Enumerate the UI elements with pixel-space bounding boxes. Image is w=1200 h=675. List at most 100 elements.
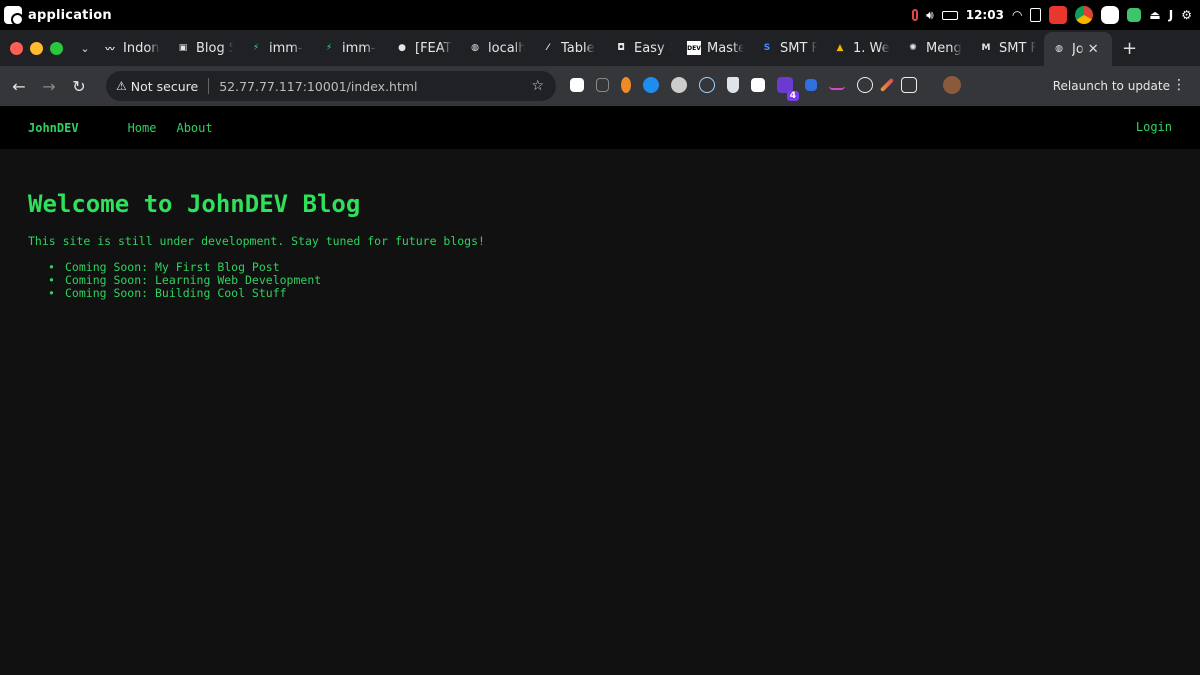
bolt-icon: ⚡ [252, 43, 260, 53]
page-content: JohnDEV Home About Login Welcome to John… [0, 106, 1200, 675]
tab-label: Blog S [196, 40, 233, 56]
site-navbar: JohnDEV Home About Login [0, 106, 1200, 149]
omnibox-divider [208, 78, 210, 94]
medium-extension-icon[interactable] [570, 78, 584, 92]
tab-2[interactable]: ⚡ imm- [241, 34, 314, 62]
extension-count-badge: 4 [786, 91, 799, 101]
post-list: Coming Soon: My First Blog Post Coming S… [46, 261, 321, 300]
badge-extension-icon[interactable]: 4 [777, 77, 799, 101]
maximize-window-button[interactable] [50, 41, 63, 55]
extensions-bar: 4 [570, 76, 961, 101]
j-app-icon[interactable]: J [1169, 8, 1173, 22]
tab-9[interactable]: S SMT F [752, 34, 825, 62]
extensions-puzzle-icon[interactable] [901, 77, 917, 93]
tab-label: localh [488, 40, 525, 56]
forward-arrow-icon[interactable]: → [34, 77, 64, 96]
tab-label: Easy F [634, 40, 671, 56]
window-controls [10, 41, 63, 55]
discord-icon[interactable] [1101, 6, 1120, 24]
tab-12[interactable]: M SMT F [971, 34, 1044, 62]
volume-icon[interactable]: 🔊︎ [926, 8, 934, 23]
tab-strip: ⌄ 〰 Indon ▣ Blog S ⚡ imm- ⚡ imm- ● [FEAT ◍ localh ⁄ T… [0, 30, 1200, 66]
login-link[interactable]: Login [1136, 120, 1172, 134]
tab-1[interactable]: ▣ Blog S [168, 34, 241, 62]
close-tab-icon[interactable]: ✕ [1088, 42, 1099, 57]
tab-13[interactable]: ◍ Jo ✕ [1044, 32, 1112, 66]
tab-label: imm- [342, 40, 376, 56]
tab-3[interactable]: ⚡ imm- [314, 34, 387, 62]
s-logo-icon: S [763, 43, 771, 53]
system-tray: 🔊︎ 12:03 ◠ ⏏ J ⚙ [912, 0, 1192, 30]
warning-triangle-icon[interactable]: ⚠ [116, 79, 127, 93]
crown-extension-icon[interactable] [829, 80, 845, 90]
tab-4[interactable]: ● [FEAT [387, 34, 460, 62]
pen-extension-icon[interactable] [879, 77, 895, 93]
clock[interactable]: 12:03 [966, 8, 1004, 22]
tab-search-chevron-down-icon[interactable]: ⌄ [75, 42, 95, 55]
more-menu-icon[interactable]: ⋮ [1172, 77, 1186, 93]
list-item: Coming Soon: Building Cool Stuff [46, 287, 321, 300]
square-extension-icon[interactable] [751, 78, 765, 92]
anydesk-icon[interactable] [1049, 6, 1068, 24]
openai-icon: ✺ [909, 43, 917, 53]
wifi-icon[interactable]: ◠ [1012, 8, 1022, 22]
app-menu-icon[interactable] [4, 6, 24, 26]
security-indicator[interactable]: Not secure [131, 79, 198, 94]
chrome-icon[interactable] [1075, 6, 1094, 24]
tab-label: SMT F [780, 40, 817, 56]
shield-extension-icon[interactable] [727, 77, 739, 93]
bolt-icon: ⚡ [325, 43, 333, 53]
tab-label: imm- [269, 40, 303, 56]
dev-icon: DEV [687, 41, 701, 55]
nav-home-link[interactable]: Home [128, 121, 157, 135]
battery-icon[interactable] [941, 10, 958, 20]
tab-label: Table [561, 40, 595, 56]
tab-list: 〰 Indon ▣ Blog S ⚡ imm- ⚡ imm- ● [FEAT ◍ localh ⁄ Tab… [95, 30, 1112, 66]
page-title: Welcome to JohnDEV Blog [28, 190, 361, 218]
blue-circle-extension-icon[interactable] [643, 77, 659, 93]
globe-extension-icon[interactable] [857, 77, 873, 93]
new-tab-button[interactable]: + [1122, 38, 1137, 59]
tab-label: Jo [1072, 41, 1084, 57]
microphone-icon[interactable] [912, 9, 919, 21]
bookmark-star-icon[interactable]: ☆ [531, 78, 544, 94]
tab-11[interactable]: ✺ Meng [898, 34, 971, 62]
tab-0[interactable]: 〰 Indon [95, 34, 168, 62]
package-icon[interactable] [1127, 8, 1142, 22]
tab-8[interactable]: DEV Maste [679, 34, 752, 62]
profile-avatar[interactable] [943, 76, 961, 94]
relaunch-button[interactable]: Relaunch to update [1053, 79, 1170, 93]
tab-label: SMT F [999, 40, 1036, 56]
url-input[interactable]: 52.77.77.117:10001/index.html [219, 79, 417, 94]
slash-icon: ⁄ [547, 43, 549, 53]
gear-icon[interactable]: ⚙ [1181, 8, 1192, 22]
copy-extension-icon[interactable] [596, 78, 609, 92]
clipboard-icon[interactable] [1030, 8, 1042, 22]
tab-label: Maste [707, 40, 744, 56]
address-bar[interactable]: ⚠ Not secure 52.77.77.117:10001/index.ht… [106, 71, 556, 101]
tab-label: [FEAT [415, 40, 452, 56]
back-arrow-icon[interactable]: ← [4, 77, 34, 96]
nav-about-link[interactable]: About [176, 121, 212, 135]
reload-icon[interactable]: ↻ [64, 77, 94, 96]
close-window-button[interactable] [10, 41, 23, 55]
tab-label: Indon [123, 40, 160, 56]
tab-label: Meng [926, 40, 962, 56]
globe-icon: ◍ [471, 43, 479, 53]
os-app-name[interactable]: application [28, 8, 112, 23]
tab-6[interactable]: ⁄ Table [533, 34, 606, 62]
tab-7[interactable]: ◘ Easy F [606, 34, 679, 62]
eject-icon[interactable]: ⏏ [1149, 8, 1160, 22]
site-brand-link[interactable]: JohnDEV [28, 121, 79, 135]
waveform-icon: 〰 [105, 44, 115, 55]
puzzle-extension-icon[interactable] [805, 79, 817, 91]
mouse-extension-icon[interactable] [621, 77, 631, 93]
tab-5[interactable]: ◍ localh [460, 34, 533, 62]
github-icon: ● [398, 43, 406, 53]
globe-icon: ◍ [1055, 44, 1063, 54]
camera-icon: ◘ [617, 43, 625, 53]
gray-extension-icon[interactable] [671, 77, 687, 93]
minimize-window-button[interactable] [30, 41, 43, 55]
tab-10[interactable]: ▲ 1. Wel [825, 34, 898, 62]
react-extension-icon[interactable] [699, 77, 715, 93]
